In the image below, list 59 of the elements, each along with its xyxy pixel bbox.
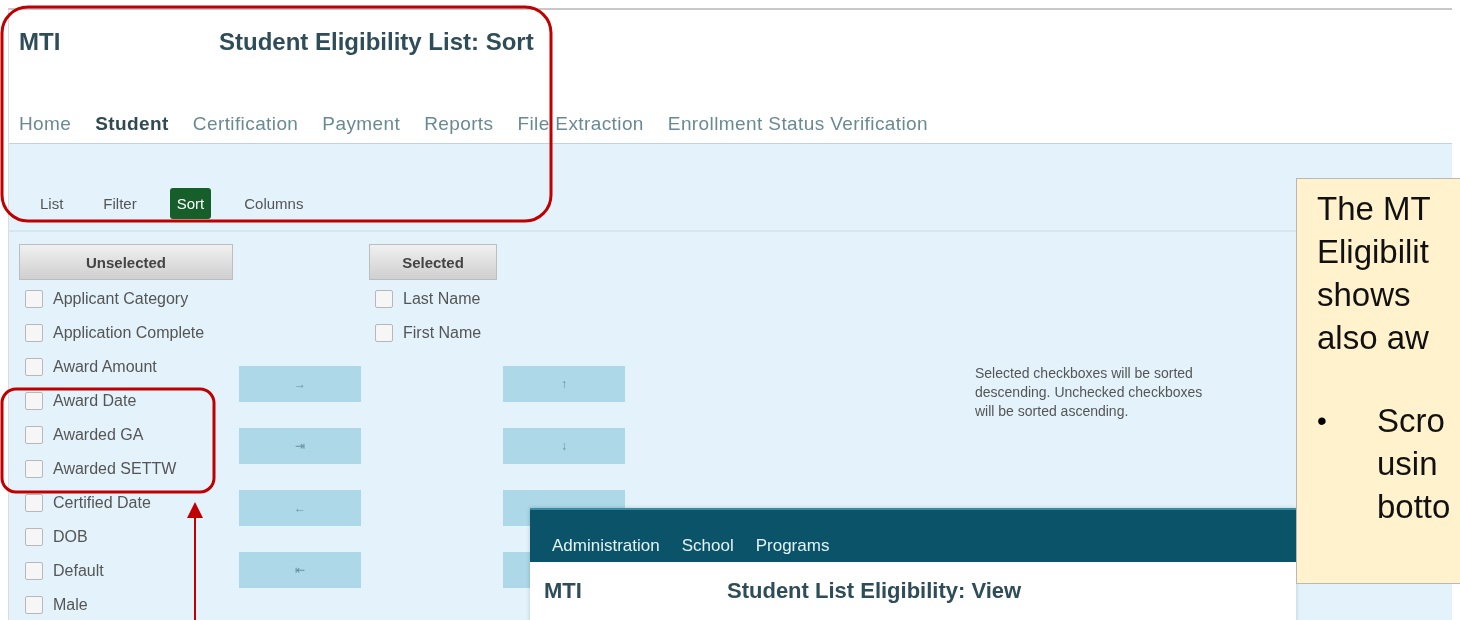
field-label: First Name [403, 324, 482, 342]
menu-item[interactable]: Programs [755, 536, 830, 556]
sub-tab[interactable]: Columns [237, 187, 311, 219]
move-button[interactable]: → [239, 366, 361, 402]
field-label: Male [53, 596, 88, 614]
nav-tab[interactable]: Home [19, 113, 72, 135]
field-label: Award Date [53, 392, 137, 410]
field-label: DOB [53, 528, 88, 546]
nav-tab[interactable]: Enrollment Status Verification [667, 113, 928, 135]
unselected-header-button[interactable]: Unselected [19, 244, 233, 280]
selected-header-button[interactable]: Selected [369, 244, 497, 280]
app-logo: MTI [544, 578, 583, 604]
callout-text: Scro [1377, 401, 1446, 441]
checkbox[interactable] [25, 562, 43, 580]
callout-text: shows [1317, 275, 1412, 315]
bullet-mark: • [1317, 404, 1328, 438]
nav-tab[interactable]: File Extraction [517, 113, 644, 135]
callout-text: usin [1377, 444, 1439, 484]
checkbox[interactable] [25, 426, 43, 444]
field-label: Award Amount [53, 358, 157, 376]
checkbox[interactable] [25, 494, 43, 512]
checkbox[interactable] [25, 528, 43, 546]
checkbox[interactable] [25, 324, 43, 342]
checkbox[interactable] [25, 596, 43, 614]
checkbox[interactable] [25, 290, 43, 308]
order-button[interactable]: ↑ [503, 366, 625, 402]
page-title: Student Eligibility List: Sort [219, 28, 534, 56]
field-label: Applicant Category [53, 290, 189, 308]
callout-text: botto [1377, 487, 1451, 527]
checkbox[interactable] [375, 290, 393, 308]
app-logo: MTI [19, 28, 62, 56]
menu-item[interactable]: School [681, 536, 734, 556]
sub-tab[interactable]: List [33, 187, 71, 219]
checkbox[interactable] [25, 392, 43, 410]
field-label: Default [53, 562, 104, 580]
checkbox[interactable] [25, 358, 43, 376]
sort-instructions: Selected checkboxes will be sorted descending. Unchecked checkboxes will be sorted ascending. [975, 364, 1204, 421]
move-button[interactable]: ⇤ [239, 552, 361, 588]
nav-tab[interactable]: Certification [192, 113, 299, 135]
order-button[interactable]: ↓ [503, 428, 625, 464]
checkbox[interactable] [375, 324, 393, 342]
callout-text: also aw [1317, 318, 1430, 358]
field-label: Certified Date [53, 494, 151, 512]
callout-text: The MT [1317, 189, 1432, 229]
move-button[interactable]: ← [239, 490, 361, 526]
nav-tab[interactable]: Student [95, 113, 169, 135]
field-label: Awarded GA [53, 426, 144, 444]
nav-tab[interactable]: Payment [322, 113, 401, 135]
field-label: Last Name [403, 290, 481, 308]
sub-tab[interactable]: Sort [169, 187, 212, 219]
checkbox[interactable] [25, 460, 43, 478]
field-label: Application Complete [53, 324, 205, 342]
sub-tab[interactable]: Filter [96, 187, 144, 219]
page-title: Student List Eligibility: View [727, 578, 1022, 604]
field-label: Awarded SETTW [53, 460, 177, 478]
move-button[interactable]: ⇥ [239, 428, 361, 464]
nav-tab[interactable]: Reports [424, 113, 494, 135]
callout-text: Eligibilit [1317, 232, 1430, 272]
menu-item[interactable]: Administration [552, 536, 660, 556]
